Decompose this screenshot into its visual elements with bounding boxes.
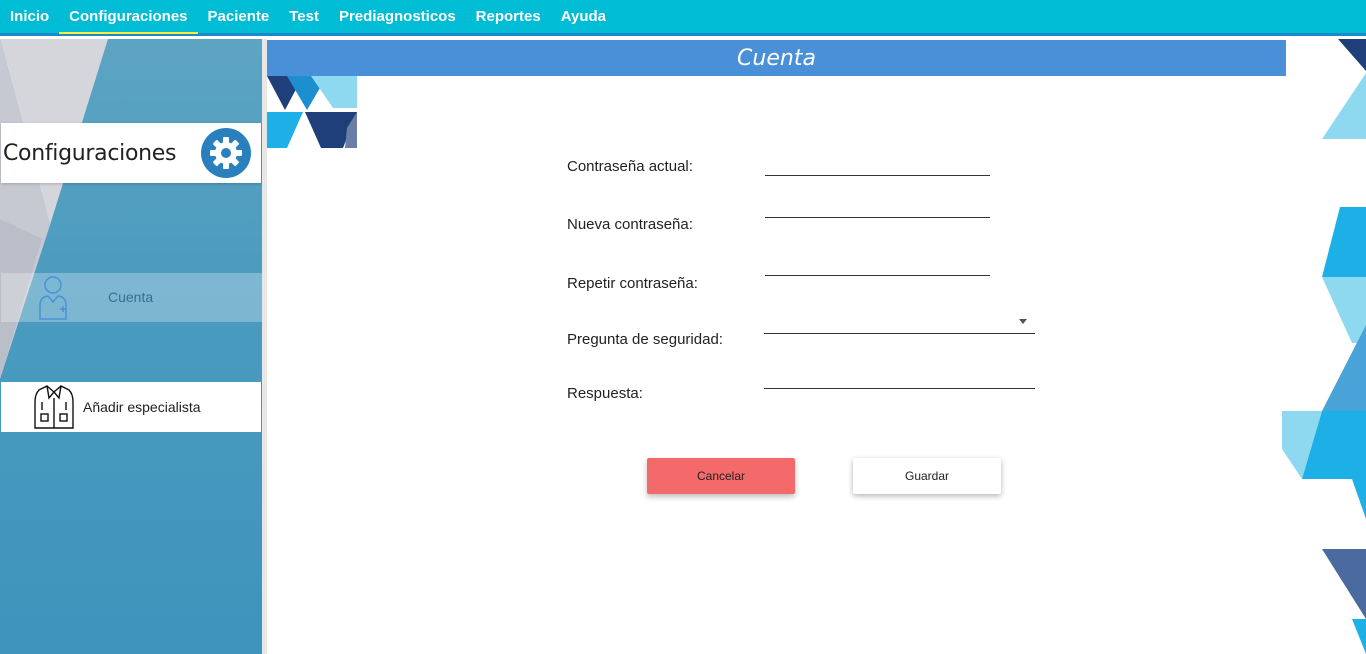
page-header: Cuenta [267, 40, 1286, 76]
sidebar-item-cuenta[interactable]: Cuenta [1, 273, 262, 322]
sidebar-item-label: Cuenta [108, 289, 154, 305]
security-question-select[interactable] [764, 312, 1035, 334]
top-menubar: Inicio Configuraciones Paciente Test Pre… [0, 0, 1366, 36]
new-password-label: Nueva contraseña: [567, 216, 693, 233]
triangle-decoration-topleft [267, 76, 357, 148]
section-header-card: Configuraciones [1, 123, 261, 183]
sidebar-item-anadir-especialista[interactable]: Añadir especialista [1, 382, 261, 432]
page-title: Cuenta [737, 45, 816, 71]
repeat-password-input[interactable] [765, 254, 990, 276]
menu-item-paciente[interactable]: Paciente [198, 0, 280, 33]
answer-input[interactable] [764, 367, 1035, 389]
section-title: Configuraciones [3, 140, 177, 166]
repeat-password-label: Repetir contraseña: [567, 275, 698, 292]
security-question-label: Pregunta de seguridad: [567, 331, 723, 348]
gear-icon [201, 128, 251, 178]
triangle-decoration-right [1282, 39, 1366, 654]
menu-item-test[interactable]: Test [279, 0, 329, 33]
doctor-icon [37, 275, 73, 325]
current-password-input[interactable] [765, 154, 990, 176]
cancel-button[interactable]: Cancelar [647, 458, 795, 494]
menu-item-prediagnosticos[interactable]: Prediagnosticos [329, 0, 466, 33]
chevron-down-icon [1019, 319, 1027, 324]
menu-item-inicio[interactable]: Inicio [0, 0, 59, 33]
new-password-input[interactable] [765, 196, 990, 218]
sidebar: Configuraciones Cuenta Añadir especialis… [0, 39, 262, 654]
lab-coat-icon [33, 384, 75, 434]
current-password-label: Contraseña actual: [567, 158, 693, 175]
menu-item-configuraciones[interactable]: Configuraciones [59, 0, 198, 34]
answer-label: Respuesta: [567, 385, 643, 402]
save-button[interactable]: Guardar [853, 458, 1001, 494]
sidebar-item-label: Añadir especialista [83, 399, 201, 415]
menu-item-reportes[interactable]: Reportes [466, 0, 551, 33]
menu-item-ayuda[interactable]: Ayuda [551, 0, 616, 33]
